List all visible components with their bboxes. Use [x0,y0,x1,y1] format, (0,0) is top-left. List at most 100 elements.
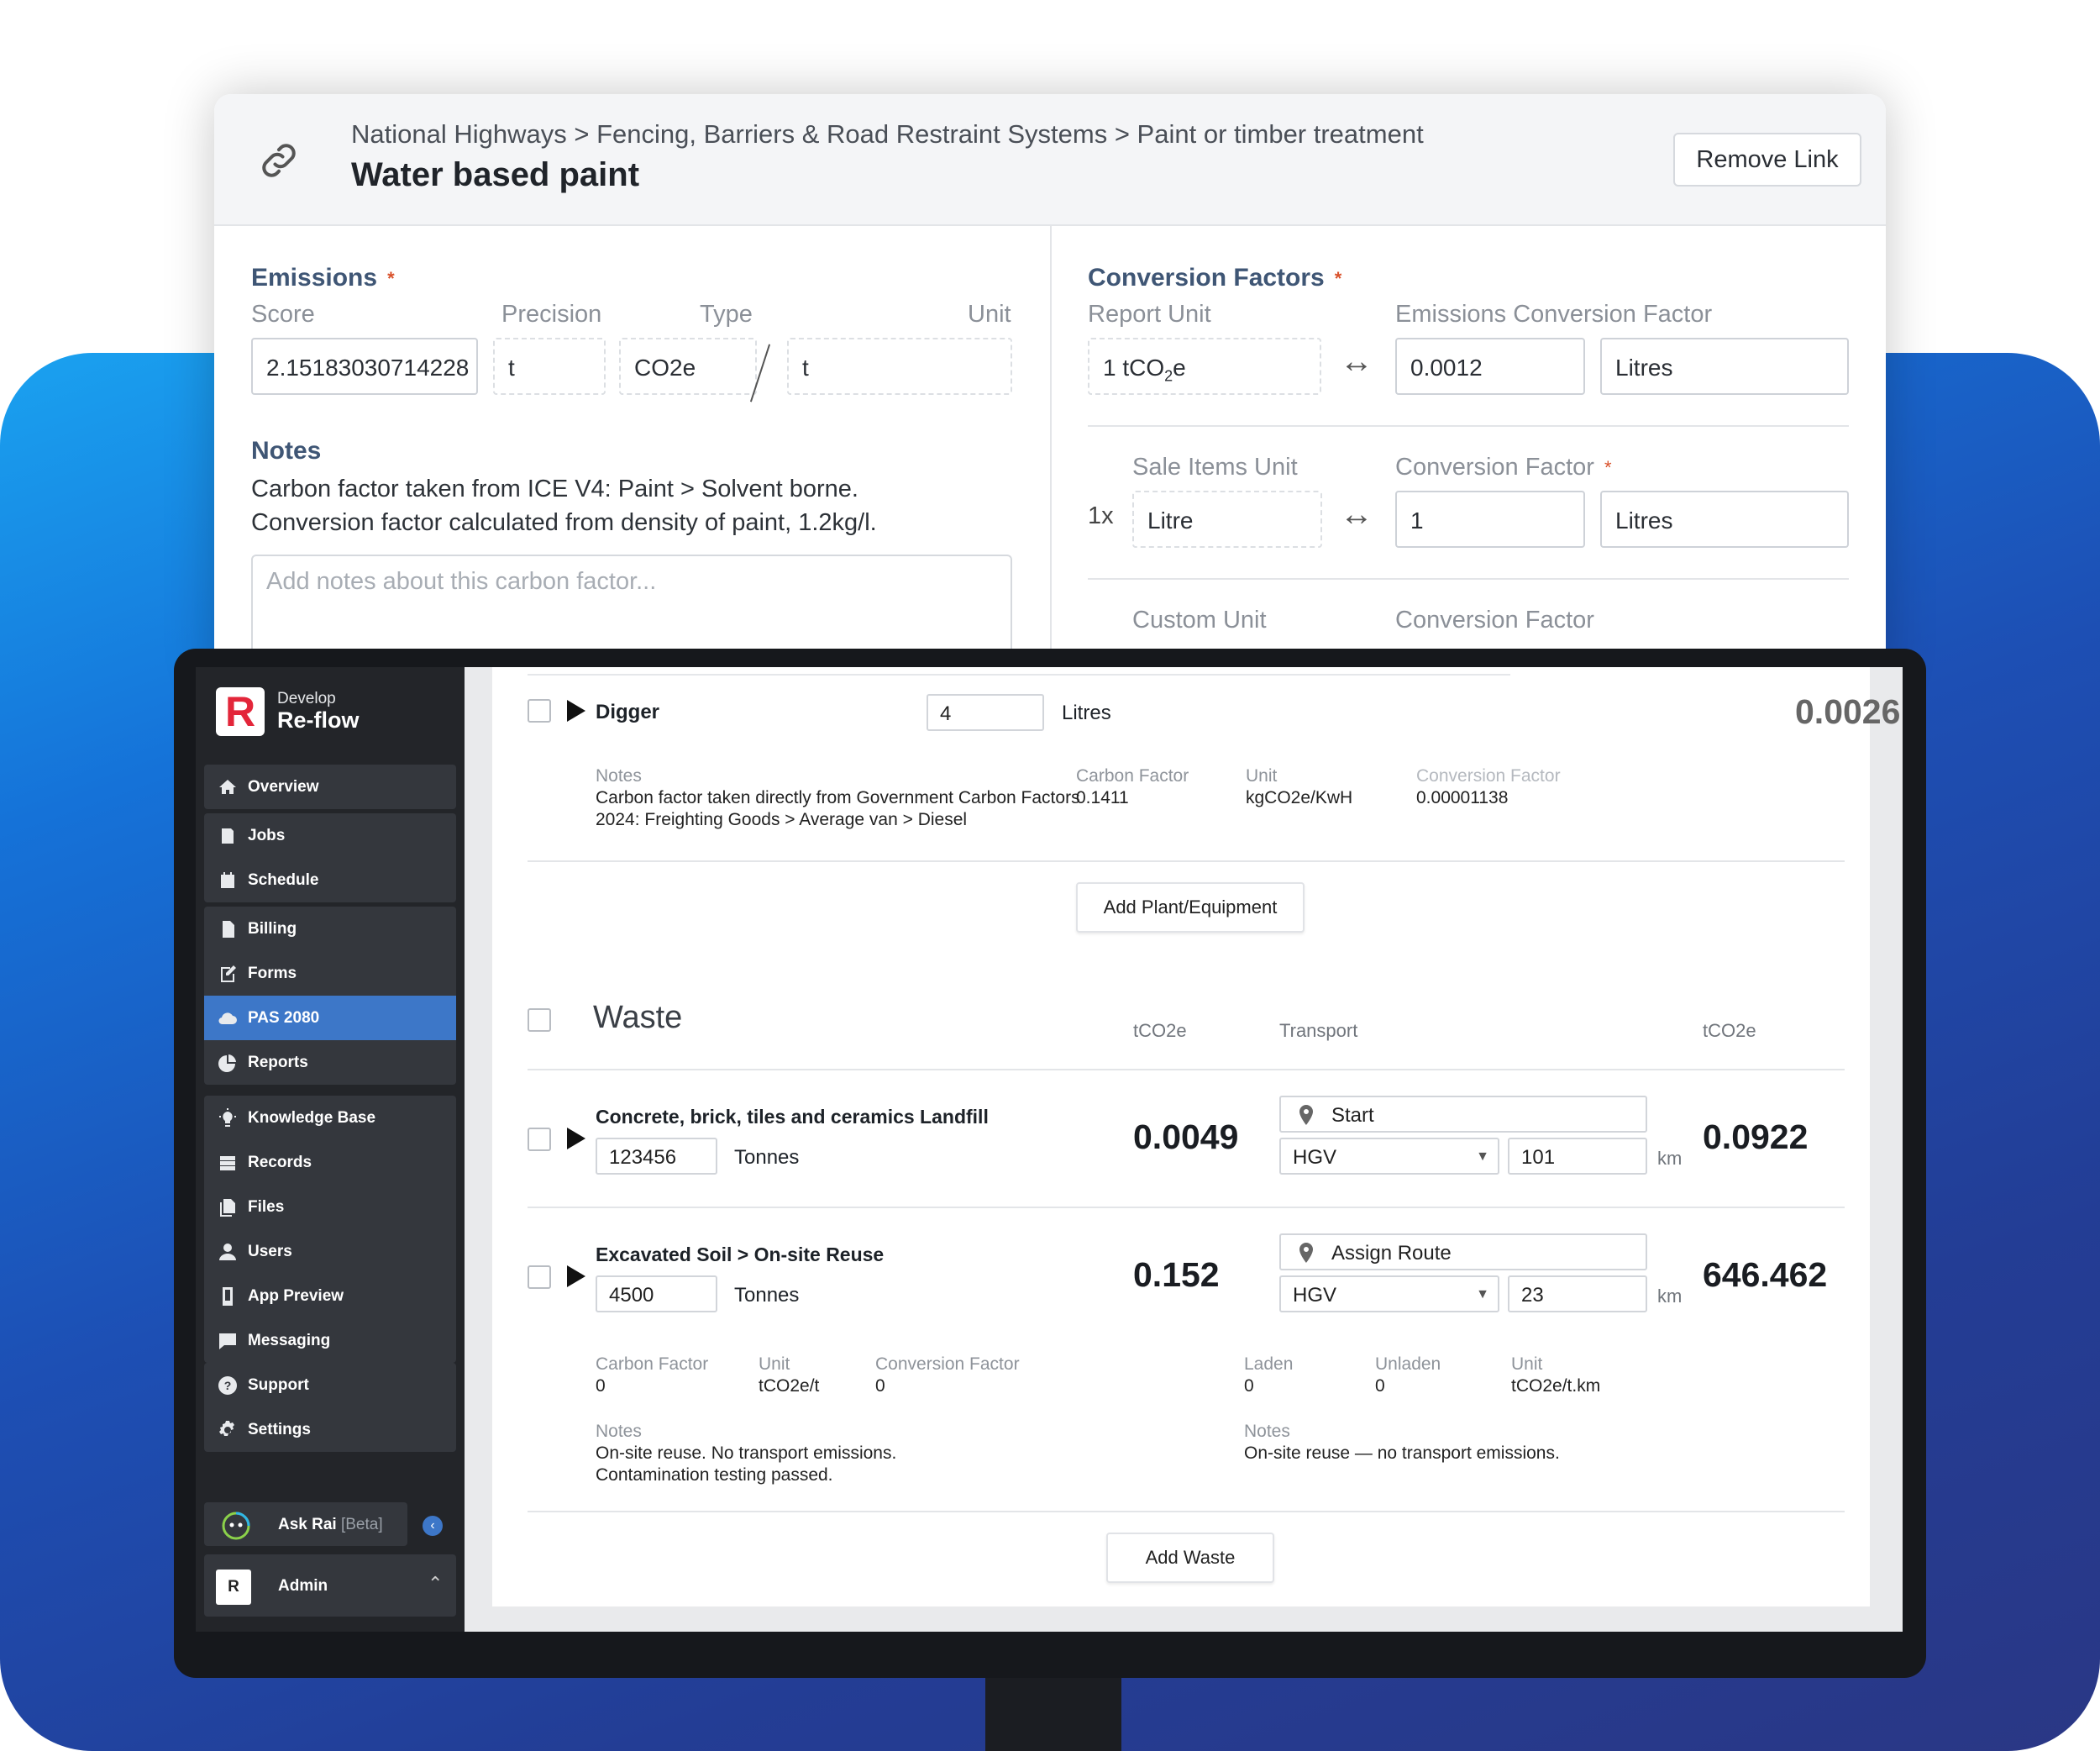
expand-row-icon[interactable] [567,1128,585,1149]
home-icon [219,780,236,794]
sidebar-item-billing[interactable]: Billing [204,907,456,951]
jobs-icon [222,828,234,844]
waste-select-all-checkbox[interactable] [528,1008,551,1032]
sale-items-unit-label: Sale Items Unit [1132,454,1298,481]
distance-unit: km [1657,1148,1683,1169]
sidebar-item-schedule[interactable]: Schedule [204,858,456,902]
expand-row-icon[interactable] [567,1265,585,1287]
notes-line: On-site reuse. No transport emissions. [596,1443,897,1463]
main-content: Digger 4 Litres 0.0026 Notes Carbon fact… [492,667,1900,1606]
sidebar-item-label: Forms [248,964,297,982]
sidebar-item-users[interactable]: Users [204,1229,456,1274]
sidebar-item-pas-2080[interactable]: PAS 2080 [204,996,456,1040]
swap-arrows-icon: ↔ [1340,496,1373,533]
sidebar-item-label: Billing [248,919,297,938]
expand-row-icon[interactable] [567,700,585,722]
sidebar-item-label: Files [248,1197,285,1216]
ask-rai-label: Ask Rai [278,1516,337,1533]
route-field[interactable]: Start [1279,1096,1647,1133]
brand-subtitle: Develop [277,690,336,707]
waste-quantity-input[interactable]: 123456 [596,1138,717,1175]
admin-label: Admin [278,1577,328,1595]
report-unit-field[interactable]: 1 tCO2e [1088,338,1321,395]
forms-icon [221,965,236,982]
sidebar-item-jobs[interactable]: Jobs [204,813,456,858]
notes-label: Notes [596,1422,642,1441]
conversion-heading-text: Conversion Factors [1088,264,1325,292]
sidebar-item-overview[interactable]: Overview [204,765,456,809]
plant-quantity-input[interactable]: 4 [927,694,1044,731]
sidebar-item-reports[interactable]: Reports [204,1040,456,1085]
plant-unit-value: kgCO2e/KwH [1246,788,1353,807]
collapse-sidebar-icon[interactable]: ‹ [423,1516,443,1536]
waste-quantity-input[interactable]: 4500 [596,1275,717,1312]
precision-label: Precision [501,301,602,328]
sidebar-item-label: Schedule [248,870,319,889]
plant-total: 0.0026 [1795,692,1901,731]
unit-field[interactable]: t [787,338,1012,395]
sidebar-item-label: Knowledge Base [248,1108,376,1127]
sidebar-item-label: Settings [248,1420,311,1438]
plant-item-name: Digger [596,701,660,723]
sale-items-unit-field[interactable]: Litre [1132,491,1322,548]
transport-tco2e: 0.0922 [1703,1117,1809,1156]
conversion-factor-unit-select[interactable]: Litres [1600,491,1849,548]
sidebar-item-label: Users [248,1242,292,1260]
emissions-cf-label: Emissions Conversion Factor [1395,301,1713,328]
required-marker: * [1604,457,1612,479]
vehicle-select[interactable]: HGV ▼ [1279,1275,1499,1312]
plant-notes-line: 2024: Freighting Goods > Average van > D… [596,810,968,829]
page-title: Water based paint [351,156,640,193]
type-field[interactable]: CO2e [619,338,757,395]
admin-menu[interactable]: R Admin ⌃ [204,1554,456,1617]
waste-quantity-unit: Tonnes [734,1284,800,1307]
waste-quantity-unit: Tonnes [734,1146,800,1169]
svg-text:?: ? [224,1379,232,1392]
sidebar-item-knowledge-base[interactable]: Knowledge Base [204,1096,456,1140]
sidebar-item-settings[interactable]: Settings [204,1407,456,1452]
plant-quantity-unit: Litres [1062,702,1111,724]
sidebar-item-forms[interactable]: Forms [204,951,456,996]
monitor-stand [985,1672,1121,1751]
add-waste-button[interactable]: Add Waste [1106,1533,1274,1583]
distance-input[interactable]: 23 [1508,1275,1647,1312]
vehicle-select[interactable]: HGV ▼ [1279,1138,1499,1175]
waste-heading: Waste [593,1000,683,1035]
sidebar-item-label: PAS 2080 [248,1008,320,1027]
plant-notes-label: Notes [596,766,642,786]
transport-notes-label: Notes [1244,1422,1290,1441]
distance-input[interactable]: 101 [1508,1138,1647,1175]
row-checkbox[interactable] [528,699,551,723]
route-field[interactable]: Assign Route [1279,1233,1647,1270]
emissions-cf-unit-select[interactable]: Litres [1600,338,1849,395]
sidebar-item-messaging[interactable]: Messaging [204,1318,456,1363]
sidebar-item-app-preview[interactable]: App Preview [204,1274,456,1318]
conversion-factor-value: 0 [875,1376,885,1396]
sidebar-item-label: Reports [248,1053,308,1071]
sidebar-item-support[interactable]: ? Support [204,1363,456,1407]
link-icon [262,144,296,177]
add-plant-equipment-button[interactable]: Add Plant/Equipment [1076,882,1305,933]
sidebar-item-files[interactable]: Files [204,1185,456,1229]
sidebar-item-records[interactable]: Records [204,1140,456,1185]
remove-link-button[interactable]: Remove Link [1673,133,1861,187]
breadcrumb: National Highways > Fencing, Barriers & … [351,119,1424,149]
nav-group: Billing Forms PAS 2080 Reports [204,907,456,1085]
carbon-factor-label: Carbon Factor [596,1354,709,1374]
conversion-factor-input[interactable]: 1 [1395,491,1585,548]
phone-icon [223,1287,233,1306]
ask-rai-button[interactable]: Ask Rai [Beta] [204,1502,407,1546]
conversion-factors-heading: Conversion Factors * [1088,264,1341,292]
row-checkbox[interactable] [528,1128,551,1151]
divider [528,1069,1845,1070]
sidebar-item-label: Support [248,1375,309,1394]
vehicle-value: HGV [1293,1146,1337,1169]
waste-tco2e: 0.0049 [1133,1117,1239,1156]
transport-notes: On-site reuse — no transport emissions. [1244,1443,1560,1463]
help-icon: ? [218,1376,237,1395]
emissions-cf-input[interactable]: 0.0012 [1395,338,1585,395]
beta-badge: [Beta] [340,1516,383,1533]
score-input[interactable]: 2.15183030714228 [251,338,478,395]
row-checkbox[interactable] [528,1265,551,1289]
precision-field[interactable]: t [493,338,606,395]
